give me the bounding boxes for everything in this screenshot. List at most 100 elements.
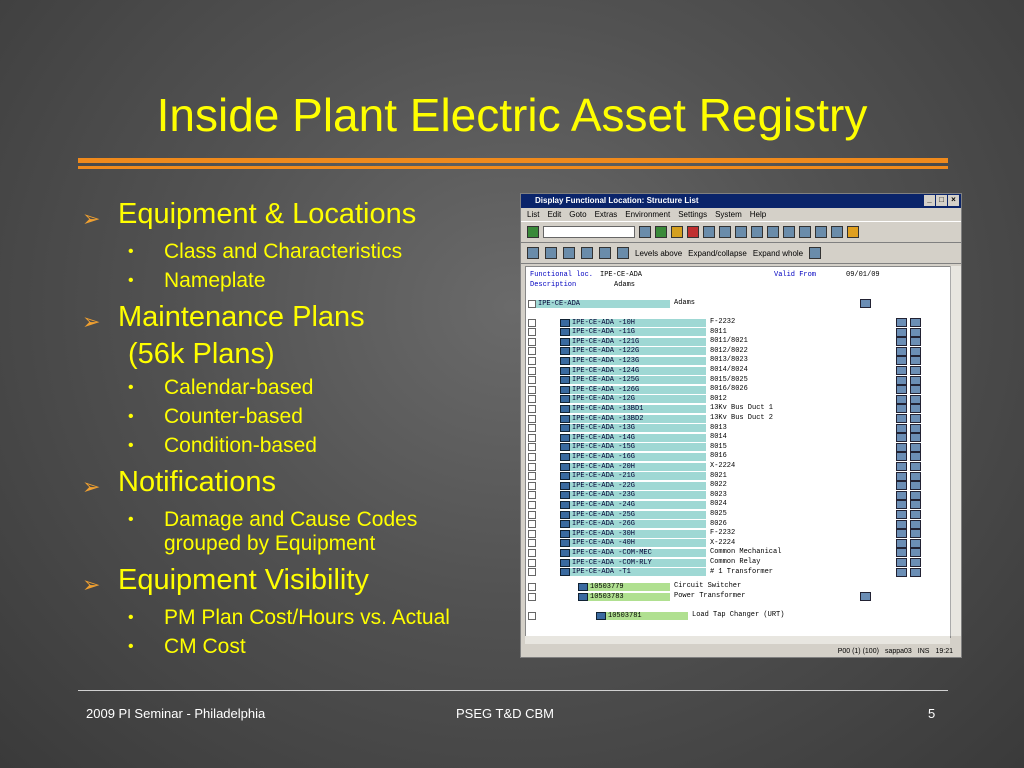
cancel-icon[interactable] xyxy=(687,226,699,238)
row-checkbox[interactable] xyxy=(528,500,536,509)
find-next-icon[interactable] xyxy=(735,226,747,238)
hierarchy-icon[interactable] xyxy=(910,423,921,433)
notification-icon[interactable] xyxy=(896,346,907,356)
table-row[interactable]: IPE-CE-ADA -126G 8016/8026 xyxy=(526,385,946,395)
table-row[interactable]: IPE-CE-ADA -23G 8023 xyxy=(526,490,946,500)
hierarchy-icon[interactable] xyxy=(910,567,921,577)
notification-icon[interactable] xyxy=(896,442,907,452)
node-icon[interactable] xyxy=(560,500,570,509)
node-icon[interactable] xyxy=(560,443,570,452)
row-checkbox[interactable] xyxy=(528,582,536,591)
row-checkbox[interactable] xyxy=(528,318,536,327)
enter-icon[interactable] xyxy=(527,226,539,238)
table-row[interactable]: IPE-CE-ADA -13BD2 13Kv Bus Duct 2 xyxy=(526,414,946,423)
node-icon[interactable] xyxy=(560,548,570,557)
node-icon[interactable] xyxy=(560,452,570,461)
equipment-icon[interactable] xyxy=(596,611,606,620)
horizontal-scrollbar[interactable] xyxy=(525,636,950,644)
row-checkbox[interactable] xyxy=(528,395,536,404)
detail-icon[interactable] xyxy=(527,247,539,259)
expand-collapse-button[interactable]: Expand/collapse xyxy=(688,249,747,258)
row-checkbox[interactable] xyxy=(528,481,536,490)
node-icon[interactable] xyxy=(560,376,570,385)
table-row[interactable]: IPE-CE-ADA -15G 8015 xyxy=(526,442,946,452)
hierarchy-icon[interactable] xyxy=(910,452,921,462)
hierarchy-icon[interactable] xyxy=(910,394,921,404)
row-checkbox[interactable] xyxy=(528,520,536,529)
hierarchy-icon[interactable] xyxy=(910,548,921,558)
equipment-icon[interactable] xyxy=(578,582,588,591)
hierarchy-icon[interactable] xyxy=(910,510,921,519)
node-icon[interactable] xyxy=(560,385,570,394)
menu-goto[interactable]: Goto xyxy=(569,208,586,221)
table-row[interactable]: IPE-CE-ADA -121G 8011/8021 xyxy=(526,337,946,347)
notification-icon[interactable] xyxy=(896,481,907,491)
menu-extras[interactable]: Extras xyxy=(595,208,618,221)
node-icon[interactable] xyxy=(560,414,570,423)
menu-edit[interactable]: Edit xyxy=(547,208,561,221)
view-icon[interactable] xyxy=(581,247,593,259)
table-row[interactable]: IPE-CE-ADA -16G 8016 xyxy=(526,452,946,462)
notification-icon[interactable] xyxy=(896,462,907,471)
command-field[interactable] xyxy=(543,226,635,238)
table-row[interactable]: IPE-CE-ADA -30H F-2232 xyxy=(526,529,946,539)
equipment-row[interactable]: 10503781 Load Tap Changer (URT) xyxy=(526,611,946,620)
row-checkbox[interactable] xyxy=(528,433,536,442)
row-checkbox[interactable] xyxy=(528,376,536,385)
row-checkbox[interactable] xyxy=(528,452,536,461)
row-checkbox[interactable] xyxy=(528,424,536,433)
table-row[interactable]: IPE-CE-ADA -COM-MEC Common Mechanical xyxy=(526,548,946,558)
notification-icon[interactable] xyxy=(896,452,907,462)
hierarchy-icon[interactable] xyxy=(910,375,921,385)
hierarchy-icon[interactable] xyxy=(910,318,921,327)
notification-icon[interactable] xyxy=(896,414,907,423)
notification-icon[interactable] xyxy=(896,366,907,375)
row-checkbox[interactable] xyxy=(528,299,536,308)
hierarchy-icon[interactable] xyxy=(910,433,921,443)
table-row[interactable]: IPE-CE-ADA -13BD1 13Kv Bus Duct 1 xyxy=(526,404,946,414)
notification-icon[interactable] xyxy=(896,433,907,443)
node-icon[interactable] xyxy=(560,337,570,346)
hierarchy-icon[interactable] xyxy=(910,500,921,510)
tree-icon[interactable] xyxy=(617,247,629,259)
notification-icon[interactable] xyxy=(896,375,907,385)
hierarchy-icon[interactable] xyxy=(910,385,921,395)
table-row[interactable]: IPE-CE-ADA -20H X-2224 xyxy=(526,462,946,471)
hierarchy-icon[interactable] xyxy=(910,490,921,500)
row-checkbox[interactable] xyxy=(528,328,536,337)
row-checkbox[interactable] xyxy=(528,592,536,601)
notification-icon[interactable] xyxy=(896,567,907,577)
hierarchy-icon[interactable] xyxy=(860,299,871,308)
help-icon[interactable] xyxy=(847,226,859,238)
table-row[interactable]: IPE-CE-ADA -123G 8013/8023 xyxy=(526,356,946,366)
hierarchy-icon[interactable] xyxy=(910,366,921,375)
notification-icon[interactable] xyxy=(896,423,907,433)
hierarchy-icon[interactable] xyxy=(809,247,822,259)
row-checkbox[interactable] xyxy=(528,510,536,519)
notification-icon[interactable] xyxy=(896,318,907,327)
row-checkbox[interactable] xyxy=(528,385,536,394)
hierarchy-icon[interactable] xyxy=(910,356,921,366)
notification-icon[interactable] xyxy=(896,356,907,366)
row-checkbox[interactable] xyxy=(528,491,536,500)
maximize-icon[interactable]: □ xyxy=(936,195,947,206)
save-icon[interactable] xyxy=(639,226,651,238)
table-row[interactable]: IPE-CE-ADA -12G 8012 xyxy=(526,394,946,404)
table-row[interactable]: IPE-CE-ADA -COM-RLY Common Relay xyxy=(526,558,946,567)
shortcut-icon[interactable] xyxy=(831,226,843,238)
node-icon[interactable] xyxy=(560,433,570,442)
node-icon[interactable] xyxy=(560,568,570,577)
row-checkbox[interactable] xyxy=(528,558,536,567)
notification-icon[interactable] xyxy=(896,394,907,404)
row-checkbox[interactable] xyxy=(528,462,536,471)
filter-icon[interactable] xyxy=(563,247,575,259)
row-checkbox[interactable] xyxy=(528,404,536,413)
table-row[interactable]: IPE-CE-ADA -125G 8015/8025 xyxy=(526,375,946,385)
notification-icon[interactable] xyxy=(896,510,907,519)
hierarchy-icon[interactable] xyxy=(910,462,921,471)
menu-help[interactable]: Help xyxy=(750,208,766,221)
node-icon[interactable] xyxy=(560,481,570,490)
menu-settings[interactable]: Settings xyxy=(678,208,707,221)
notification-icon[interactable] xyxy=(896,404,907,414)
menu-environment[interactable]: Environment xyxy=(625,208,670,221)
